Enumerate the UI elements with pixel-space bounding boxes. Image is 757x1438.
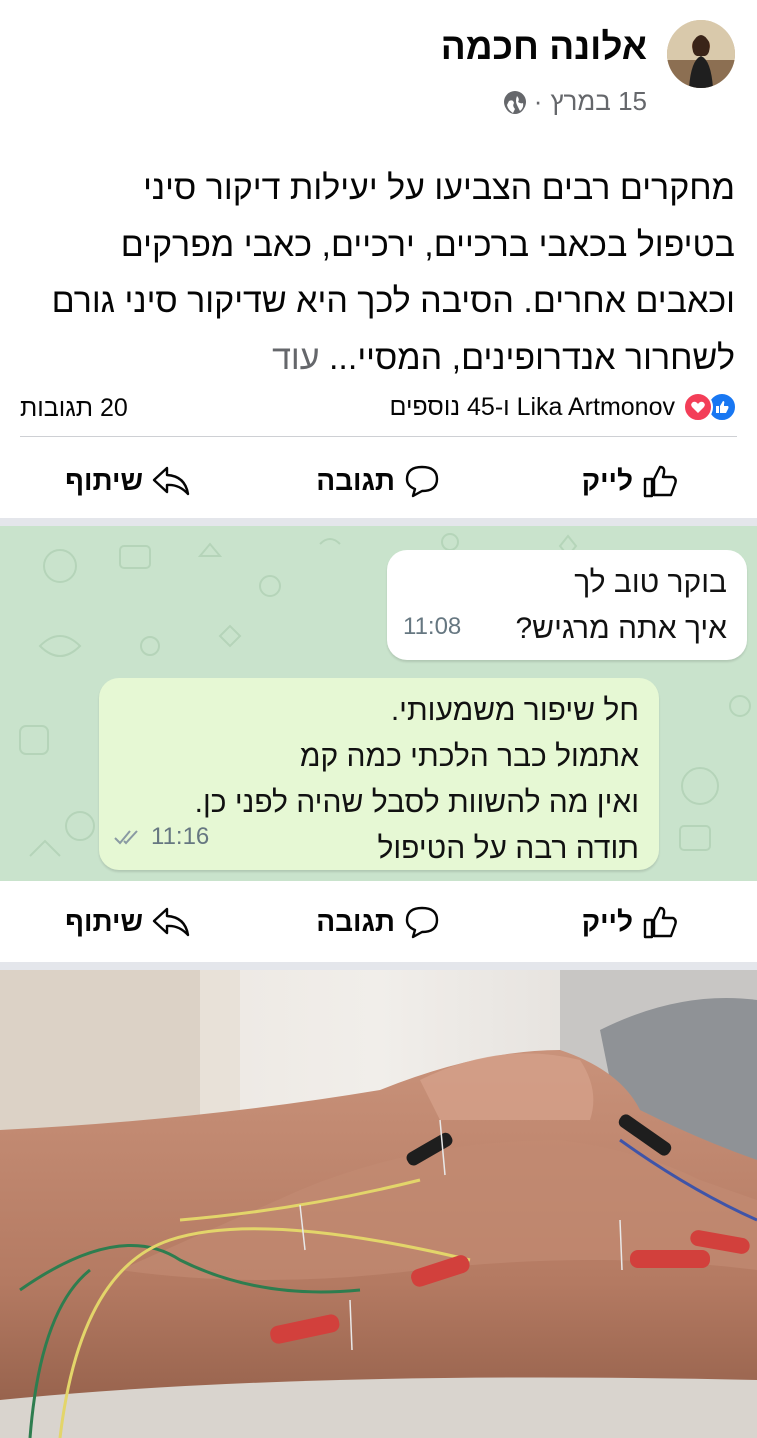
action-bar: לייק תגובה שיתוף bbox=[0, 440, 757, 522]
post-date[interactable]: 15 במרץ bbox=[550, 86, 647, 117]
incoming-time: 11:08 bbox=[403, 613, 462, 640]
outgoing-line-2: אתמול כבר הלכתי כמה קמ bbox=[299, 740, 639, 773]
like-label: לייק bbox=[581, 465, 633, 496]
comment-button[interactable]: תגובה bbox=[316, 440, 441, 522]
incoming-line-1: בוקר טוב לך bbox=[574, 566, 727, 599]
share-label: שיתוף bbox=[65, 465, 143, 496]
see-more-link[interactable]: עוד bbox=[272, 339, 319, 377]
incoming-message[interactable]: בוקר טוב לך איך אתה מרגיש? 11:08 bbox=[387, 550, 747, 660]
post-meta: 15 במרץ · bbox=[503, 86, 647, 117]
acupuncture-leg-image bbox=[0, 970, 757, 1438]
outgoing-status: 11:16 bbox=[113, 814, 209, 860]
speech-bubble-icon bbox=[405, 465, 439, 498]
share-arrow-icon bbox=[152, 466, 190, 496]
share-label: שיתוף bbox=[65, 906, 143, 937]
action-bar-2: לייק תגובה שיתוף bbox=[0, 881, 757, 963]
section-separator bbox=[0, 518, 757, 526]
comment-button[interactable]: תגובה bbox=[316, 881, 441, 963]
post-photo[interactable] bbox=[0, 970, 757, 1438]
reactions-summary[interactable]: Lika Artmonov ו-45 נוספים bbox=[389, 392, 737, 422]
post-text: מחקרים רבים הצביעו על יעילות דיקור סיני … bbox=[51, 169, 735, 377]
double-check-icon bbox=[114, 830, 138, 845]
like-button[interactable]: לייק bbox=[582, 440, 679, 522]
section-separator bbox=[0, 962, 757, 970]
reactions-text: Lika Artmonov ו-45 נוספים bbox=[389, 392, 675, 421]
outgoing-message[interactable]: חל שיפור משמעותי. אתמול כבר הלכתי כמה קמ… bbox=[99, 678, 659, 870]
post-body: מחקרים רבים הצביעו על יעילות דיקור סיני … bbox=[40, 160, 735, 386]
speech-bubble-icon bbox=[405, 906, 439, 939]
like-button[interactable]: לייק bbox=[582, 881, 679, 963]
thumbs-up-icon bbox=[643, 906, 677, 939]
author-name[interactable]: אלונה חכמה bbox=[441, 26, 647, 68]
globe-icon bbox=[503, 90, 526, 114]
stats-divider bbox=[20, 436, 737, 437]
outgoing-line-1: חל שיפור משמעותי. bbox=[390, 694, 639, 727]
love-reaction-icon bbox=[683, 392, 713, 422]
comment-label: תגובה bbox=[316, 906, 395, 937]
share-arrow-icon bbox=[152, 907, 190, 937]
comments-count[interactable]: 20 תגובות bbox=[20, 394, 128, 423]
share-button[interactable]: שיתוף bbox=[65, 440, 191, 522]
like-label: לייק bbox=[581, 906, 633, 937]
post-stats: Lika Artmonov ו-45 נוספים 20 תגובות bbox=[20, 392, 737, 432]
chat-screenshot: בוקר טוב לך איך אתה מרגיש? 11:08 חל שיפו… bbox=[0, 526, 757, 881]
thumbs-up-icon bbox=[643, 465, 677, 498]
meta-separator: · bbox=[533, 86, 543, 116]
comment-label: תגובה bbox=[316, 465, 395, 496]
outgoing-time: 11:16 bbox=[151, 823, 210, 850]
author-avatar[interactable] bbox=[667, 20, 735, 88]
share-button[interactable]: שיתוף bbox=[65, 881, 191, 963]
